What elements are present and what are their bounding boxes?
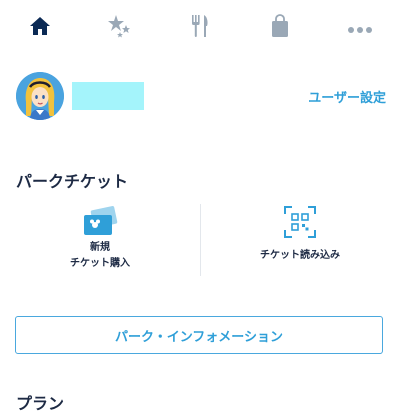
username-masked [72, 82, 144, 110]
fork-knife-icon [190, 14, 210, 42]
alice-avatar-icon [16, 72, 64, 120]
more-dots-icon [347, 19, 373, 38]
plan-section-title: プラン [16, 394, 65, 413]
ticket-cards-icon [80, 204, 120, 240]
tab-dining[interactable] [170, 4, 230, 52]
tab-shopping[interactable] [250, 4, 310, 52]
home-icon [29, 15, 51, 41]
tab-experiences[interactable] [90, 4, 150, 52]
scan-ticket-button[interactable]: チケット読み込み [200, 200, 400, 282]
avatar[interactable] [16, 72, 64, 120]
tab-home[interactable] [10, 4, 70, 52]
scan-ticket-label: チケット読み込み [260, 250, 340, 261]
qr-scan-icon [283, 204, 317, 240]
profile-row: ユーザー設定 [16, 72, 386, 120]
buy-ticket-button[interactable]: 新規 チケット購入 [0, 200, 200, 282]
park-information-button[interactable]: パーク・インフォメーション [15, 316, 383, 354]
tab-more[interactable] [330, 4, 390, 52]
park-ticket-actions: 新規 チケット購入 チケット読み込み [0, 200, 400, 282]
user-settings-link[interactable]: ユーザー設定 [308, 87, 386, 106]
sparkle-stars-icon [107, 13, 133, 43]
buy-ticket-label-line2: チケット購入 [70, 258, 130, 269]
buy-ticket-label-line1: 新規 [90, 242, 110, 253]
park-ticket-title: パークチケット [16, 172, 129, 191]
shopping-bag-icon [270, 14, 290, 42]
tab-bar [0, 0, 400, 56]
